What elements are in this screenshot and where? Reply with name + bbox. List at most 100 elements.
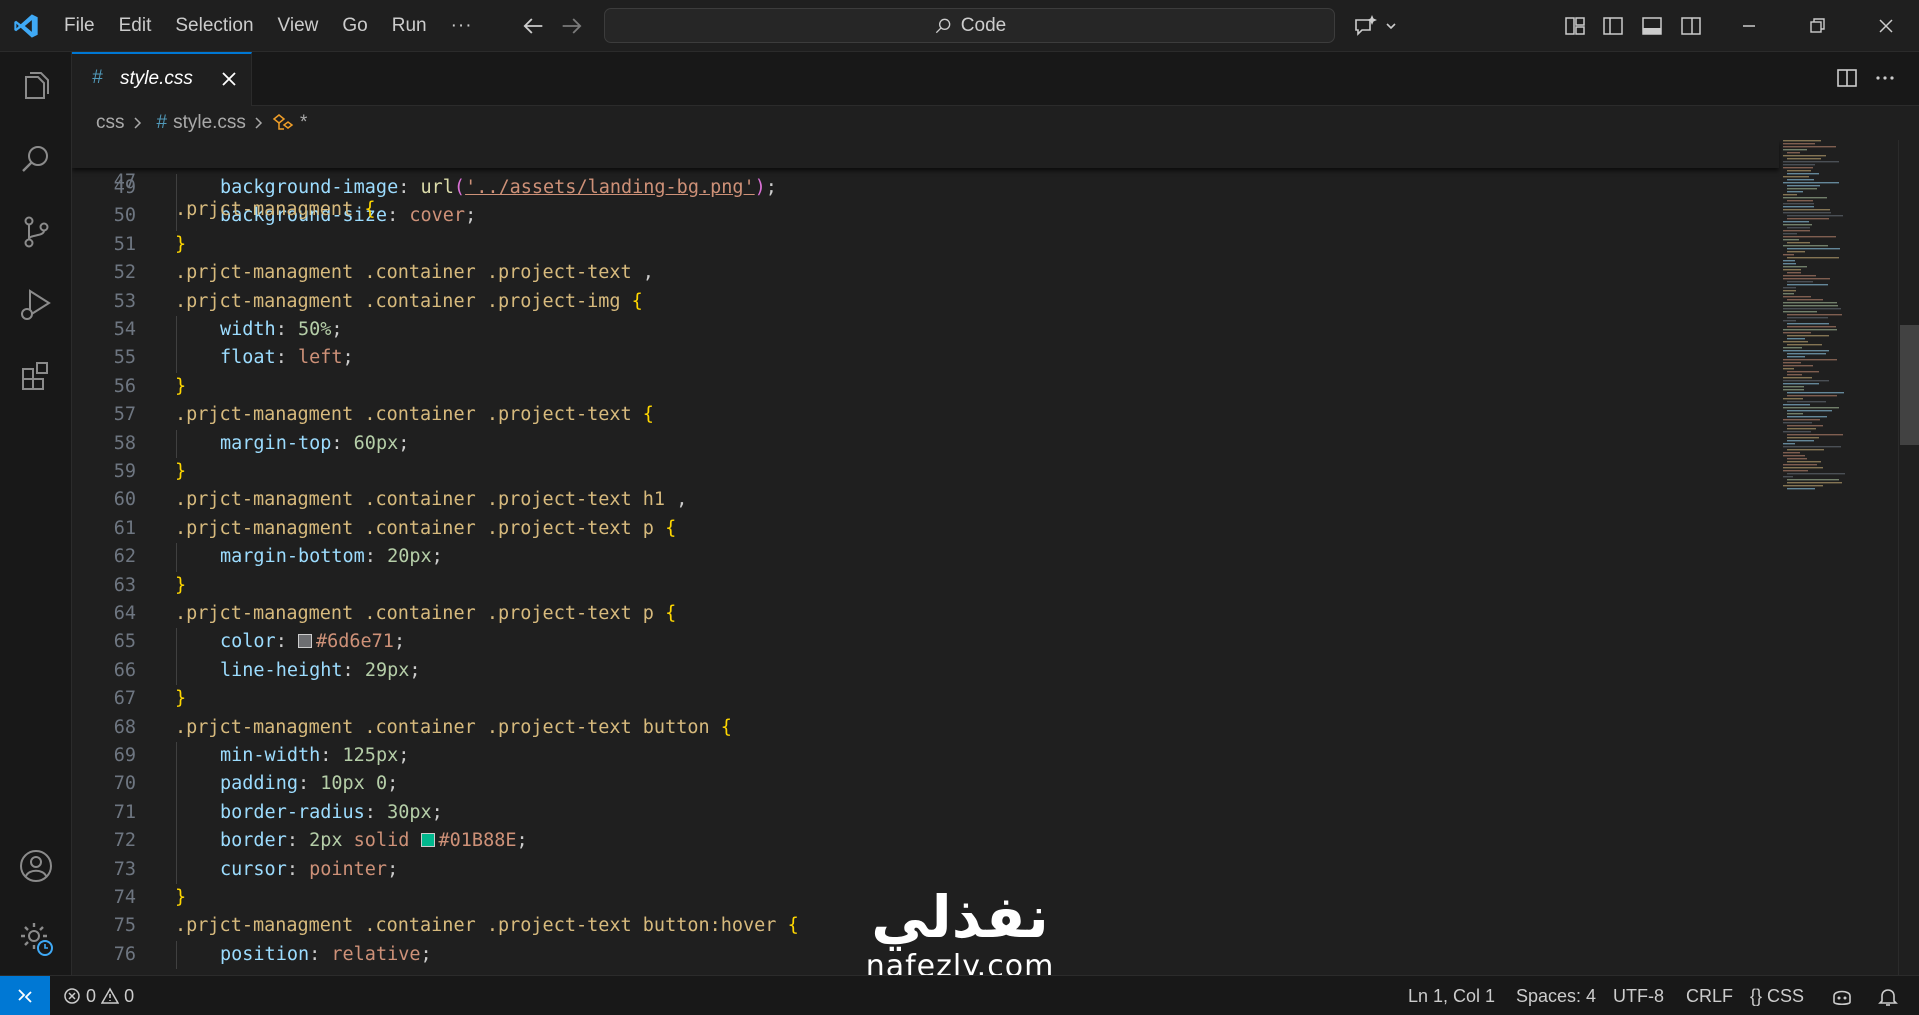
minimap[interactable]	[1781, 140, 1891, 500]
code-token: :	[331, 432, 354, 454]
code-token: #6d6e71	[315, 631, 394, 653]
code-line[interactable]: 53 .prjct-managment .container .project-i…	[72, 288, 1779, 316]
problems-indicator[interactable]: 0 0	[63, 976, 134, 1015]
breadcrumb-folder[interactable]: css	[96, 112, 125, 134]
indent-guide	[176, 316, 177, 345]
copilot-chat-icon[interactable]	[1352, 12, 1402, 40]
code-line[interactable]: 69 min-width: 125px;	[72, 742, 1779, 771]
search-icon[interactable]	[16, 140, 56, 180]
code-token: :	[286, 830, 310, 852]
code-line[interactable]: 56}	[72, 373, 1779, 401]
run-debug-icon[interactable]	[16, 284, 56, 324]
code-line[interactable]: 51}	[72, 231, 1779, 259]
explorer-icon[interactable]	[16, 68, 56, 108]
code-line[interactable]: 71 border-radius: 30px;	[72, 798, 1779, 828]
minimize-icon[interactable]	[1735, 12, 1763, 40]
forward-arrow-icon[interactable]	[558, 12, 586, 40]
code-text: width: 50%;	[220, 316, 343, 344]
code-line[interactable]: 57 .prjct-managment .container .project-t…	[72, 401, 1779, 429]
code-line[interactable]: 68 .prjct-managment .container .project-t…	[72, 714, 1779, 742]
code-line[interactable]: 63}	[72, 572, 1779, 600]
menu-go[interactable]: Go	[330, 0, 379, 52]
minimap-line	[1783, 140, 1821, 142]
code-line[interactable]: 66 line-height: 29px;	[72, 656, 1779, 686]
remote-indicator[interactable]	[0, 976, 50, 1015]
code-line[interactable]: 54 width: 50%;	[72, 316, 1779, 345]
code-editor[interactable]: 47 .prjct-managment { 49 background-image…	[72, 140, 1919, 975]
cursor-position[interactable]: Ln 1, Col 1	[1408, 976, 1495, 1015]
vertical-scrollbar-track[interactable]	[1898, 140, 1919, 975]
code-line[interactable]: 60 .prjct-managment .container .project-t…	[72, 486, 1779, 514]
code-line[interactable]: 61 .prjct-managment .container .project-t…	[72, 515, 1779, 543]
copilot-status-icon[interactable]	[1830, 986, 1854, 1008]
code-line[interactable]: 73 cursor: pointer;	[72, 855, 1779, 884]
code-token: border-radius	[220, 801, 365, 823]
color-swatch[interactable]	[297, 634, 312, 649]
menu-more-button[interactable]: ···	[439, 15, 485, 37]
code-token: 30px	[387, 801, 432, 823]
code-line[interactable]: 67}	[72, 685, 1779, 713]
toggle-panel-icon[interactable]	[1640, 14, 1664, 38]
code-line[interactable]: 59}	[72, 458, 1779, 486]
tab-style-css[interactable]: # style.css	[72, 52, 252, 106]
breadcrumb-file[interactable]: style.css	[173, 112, 246, 134]
eol-setting[interactable]: CRLF	[1686, 976, 1733, 1015]
minimap-line	[1783, 464, 1817, 466]
code-line[interactable]: 70 padding: 10px 0;	[72, 770, 1779, 799]
account-icon[interactable]	[16, 846, 56, 886]
minimap-line	[1783, 275, 1816, 277]
code-token: .prjct-managment .container .project-img	[175, 290, 632, 312]
split-editor-icon[interactable]	[1834, 65, 1860, 91]
minimap-line	[1787, 449, 1824, 451]
code-token: :	[364, 546, 388, 568]
vertical-scrollbar-thumb[interactable]	[1900, 325, 1919, 445]
menu-selection[interactable]: Selection	[163, 0, 265, 52]
code-line[interactable]: 65 color: #6d6e71;	[72, 628, 1779, 657]
code-line[interactable]: 52 .prjct-managment .container .project-t…	[72, 259, 1779, 287]
code-line[interactable]: 55 float: left;	[72, 344, 1779, 373]
encoding-setting[interactable]: UTF-8	[1613, 976, 1664, 1015]
more-actions-icon[interactable]	[1872, 65, 1898, 91]
notifications-bell-icon[interactable]	[1877, 986, 1899, 1008]
code-token: }	[175, 233, 187, 255]
language-mode[interactable]: {} CSS	[1750, 976, 1804, 1015]
menu-edit[interactable]: Edit	[107, 0, 164, 52]
toggle-secondary-sidebar-icon[interactable]	[1679, 14, 1703, 38]
code-line[interactable]: 72 border: 2px solid #01B88E;	[72, 827, 1779, 856]
extensions-icon[interactable]	[16, 356, 56, 396]
minimap-line	[1787, 395, 1837, 397]
customize-layout-icon[interactable]	[1563, 14, 1587, 38]
source-control-icon[interactable]	[16, 212, 56, 252]
indentation-setting[interactable]: Spaces: 4	[1516, 976, 1596, 1015]
command-center-search[interactable]: Code	[604, 8, 1335, 43]
restore-icon[interactable]	[1803, 12, 1831, 40]
minimap-line	[1787, 242, 1810, 244]
minimap-line	[1783, 197, 1827, 199]
minimap-line	[1787, 299, 1823, 301]
code-token: .prjct-managment .container .project-tex…	[175, 716, 721, 738]
close-tab-icon[interactable]	[218, 68, 240, 90]
menu-view[interactable]: View	[266, 0, 331, 52]
code-token: .prjct-managment .container .project-tex…	[175, 603, 666, 624]
minimap-line	[1787, 251, 1805, 253]
menu-run[interactable]: Run	[380, 0, 439, 52]
line-number: 76	[113, 943, 136, 965]
code-token: .prjct-managment	[175, 199, 365, 220]
back-arrow-icon[interactable]	[519, 12, 547, 40]
code-token: {	[642, 404, 654, 426]
close-window-icon[interactable]	[1872, 12, 1900, 40]
breadcrumb-symbol[interactable]: *	[300, 112, 307, 134]
minimap-line	[1787, 440, 1814, 442]
code-line[interactable]: 58 margin-top: 60px;	[72, 429, 1779, 458]
settings-icon[interactable]	[16, 918, 56, 958]
minimap-line	[1783, 467, 1823, 469]
minimap-line	[1783, 431, 1811, 433]
sticky-scroll-header[interactable]: 47 .prjct-managment {	[72, 140, 1779, 220]
color-swatch[interactable]	[420, 833, 435, 848]
menu-file[interactable]: File	[52, 0, 107, 52]
code-line[interactable]: 62 margin-bottom: 20px;	[72, 543, 1779, 572]
toggle-primary-sidebar-icon[interactable]	[1601, 14, 1625, 38]
code-line[interactable]: 64 .prjct-managment .container .project-t…	[72, 600, 1779, 628]
line-number: 70	[113, 773, 136, 795]
